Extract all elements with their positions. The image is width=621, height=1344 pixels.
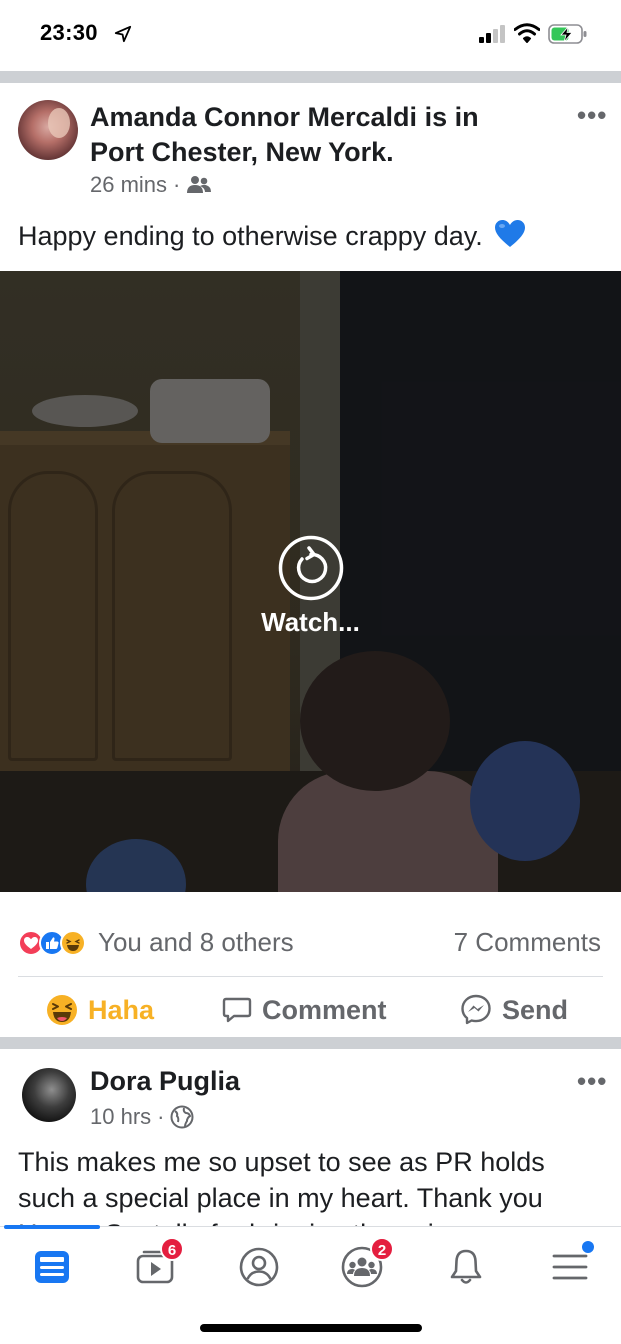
tab-news-feed[interactable] <box>22 1237 82 1297</box>
haha-reaction-icon <box>60 930 86 956</box>
active-tab-indicator <box>4 1225 100 1229</box>
menu-notification-dot <box>582 1241 594 1253</box>
more-options-icon[interactable]: ••• <box>577 1066 607 1097</box>
video-player[interactable]: Watch... <box>0 271 621 892</box>
location-link[interactable]: Port Chester, New York. <box>90 137 394 167</box>
actions-divider <box>18 976 603 977</box>
meta-separator: · <box>173 172 181 197</box>
comment-button[interactable]: Comment <box>222 990 387 1030</box>
send-button[interactable]: Send <box>460 990 568 1030</box>
author-avatar[interactable] <box>22 1068 76 1122</box>
location-phrase: is in <box>424 102 479 132</box>
haha-label: Haha <box>88 994 155 1025</box>
location-arrow-icon <box>114 25 132 43</box>
post-author-line: Amanda Connor Mercaldi is in Port Cheste… <box>90 100 530 170</box>
feed-divider <box>0 71 621 83</box>
post-text: This makes me so upset to see as PR hold… <box>18 1147 545 1228</box>
replay-icon[interactable] <box>278 535 344 601</box>
battery-charging-icon <box>548 24 587 44</box>
comment-label: Comment <box>262 994 387 1025</box>
tab-menu[interactable] <box>540 1237 600 1297</box>
author-avatar[interactable] <box>18 100 78 160</box>
post-text: Happy ending to otherwise crappy day. <box>18 221 483 251</box>
comments-count[interactable]: 7 Comments <box>454 927 601 958</box>
author-name[interactable]: Dora Puglia <box>90 1066 240 1097</box>
status-time: 23:30 <box>40 20 98 45</box>
haha-emoji-icon <box>47 995 77 1025</box>
comment-bubble-icon <box>222 997 252 1023</box>
tab-profile[interactable] <box>229 1237 289 1297</box>
messenger-icon <box>461 994 491 1025</box>
meta-separator: · <box>157 1104 165 1129</box>
blue-heart-emoji-icon <box>495 220 526 247</box>
globe-public-icon <box>170 1105 194 1129</box>
watch-notification-badge: 6 <box>160 1237 184 1261</box>
watch-label[interactable]: Watch... <box>0 607 621 638</box>
post-time[interactable]: 10 hrs <box>90 1104 151 1130</box>
author-name[interactable]: Amanda Connor Mercaldi <box>90 102 417 132</box>
bell-icon <box>450 1249 482 1284</box>
tab-watch[interactable]: 6 <box>126 1237 186 1297</box>
reactions-summary[interactable]: You and 8 others <box>98 927 294 958</box>
news-feed-icon <box>35 1251 69 1283</box>
groups-notification-badge: 2 <box>370 1237 394 1261</box>
tab-groups[interactable]: 2 <box>332 1237 394 1297</box>
haha-button[interactable]: Haha <box>46 990 154 1030</box>
post-meta: 26 mins · <box>90 172 212 198</box>
friends-audience-icon <box>187 176 212 193</box>
tab-notifications[interactable] <box>436 1237 496 1297</box>
post-meta: 10 hrs · <box>90 1104 194 1130</box>
home-indicator[interactable] <box>200 1324 422 1332</box>
reaction-icons[interactable] <box>18 928 86 958</box>
post-body: Happy ending to otherwise crappy day. <box>18 218 608 254</box>
wifi-icon <box>514 23 540 43</box>
more-options-icon[interactable]: ••• <box>577 100 607 131</box>
feed-divider <box>0 1037 621 1049</box>
hamburger-menu-icon <box>552 1254 588 1280</box>
send-label: Send <box>502 994 569 1025</box>
profile-icon <box>239 1247 279 1287</box>
cellular-signal-icon <box>479 25 505 43</box>
status-bar: 23:30 <box>0 0 621 68</box>
post-time[interactable]: 26 mins <box>90 172 167 198</box>
